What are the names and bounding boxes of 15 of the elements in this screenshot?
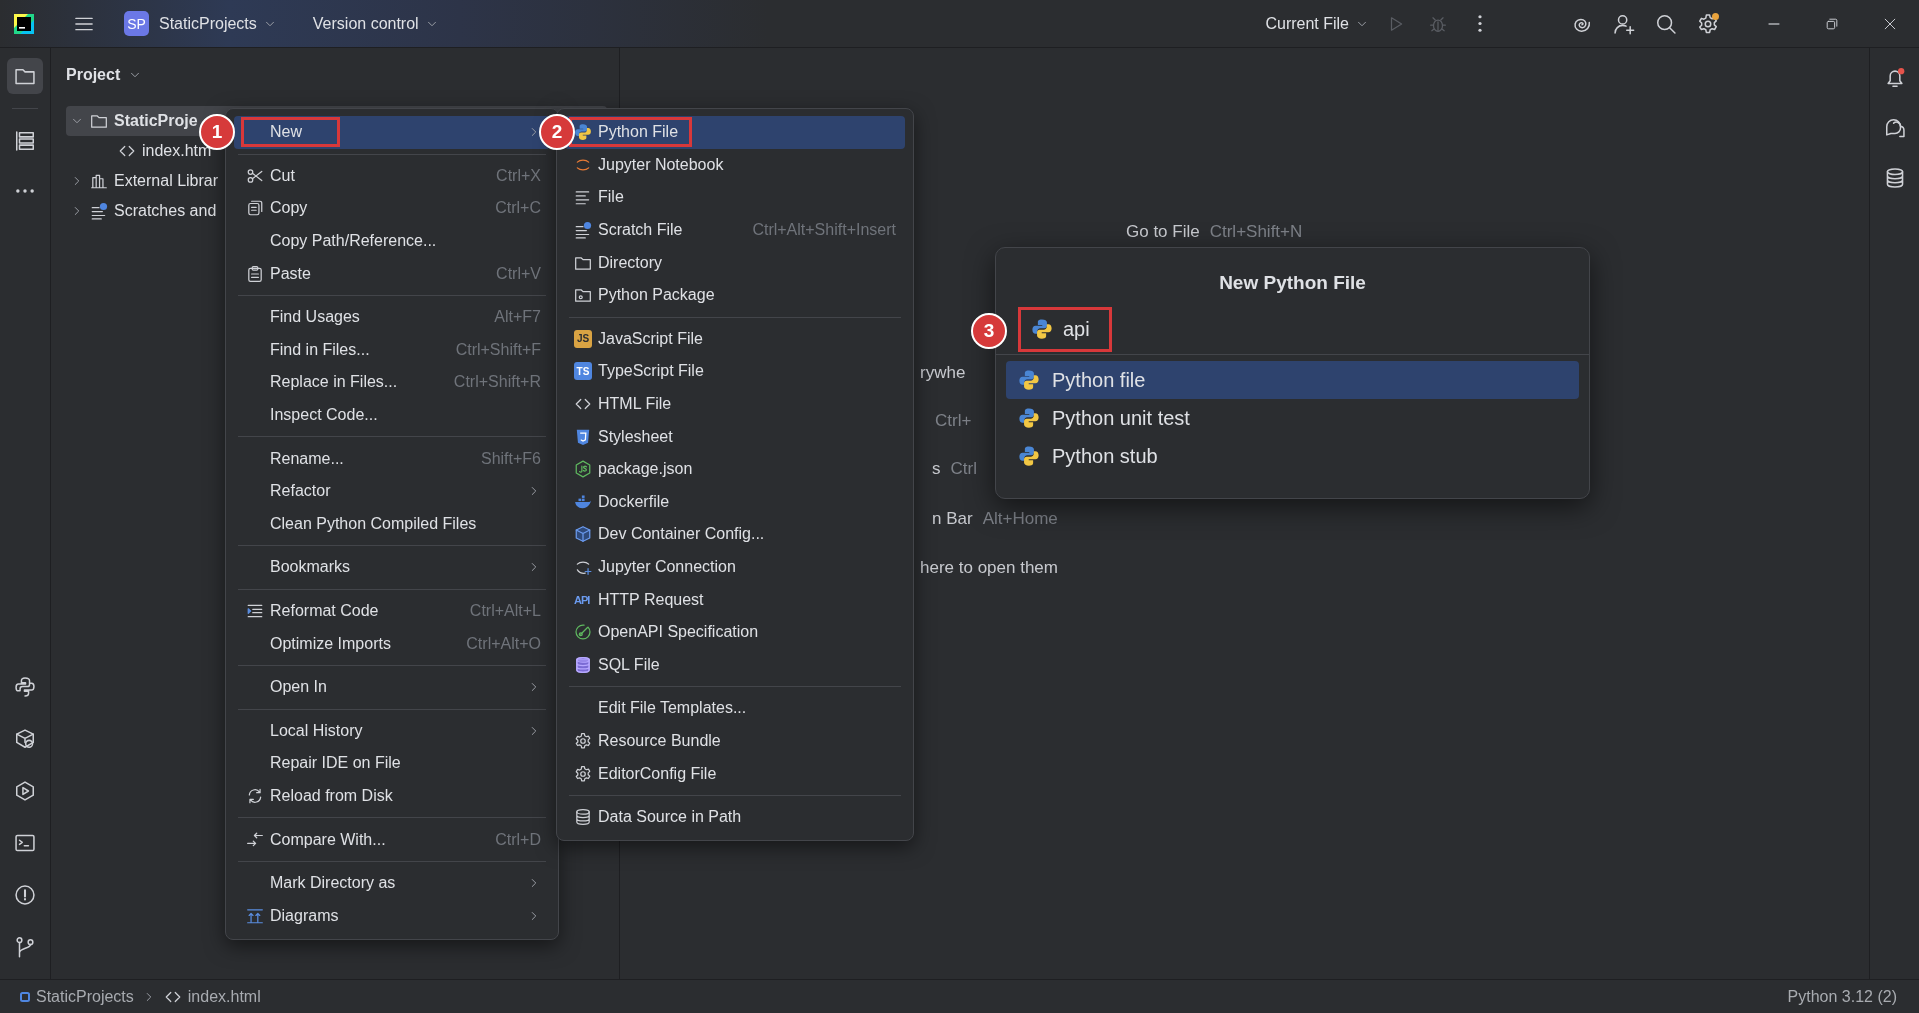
api-icon: API [574, 593, 592, 606]
dialog-title: New Python File [1218, 272, 1367, 294]
hint-text: rywhe [920, 362, 966, 384]
hint-text: here to open them [920, 557, 1058, 579]
hint-text: s [932, 458, 941, 480]
file-type-icon: TS [574, 362, 592, 381]
hint-text: n Bar [932, 508, 973, 530]
shortcut-text: Ctrl+ [935, 410, 972, 432]
step-badge: 3 [971, 312, 1007, 349]
file-type-icon: JS [574, 329, 592, 348]
shortcut-text: Alt+Home [982, 508, 1058, 530]
shortcut-text: Ctrl+Shift+N [1209, 221, 1303, 243]
project-avatar: SP [124, 11, 149, 36]
hint-text: Go to File [1126, 221, 1200, 243]
shortcut-text: Ctrl [950, 458, 977, 480]
